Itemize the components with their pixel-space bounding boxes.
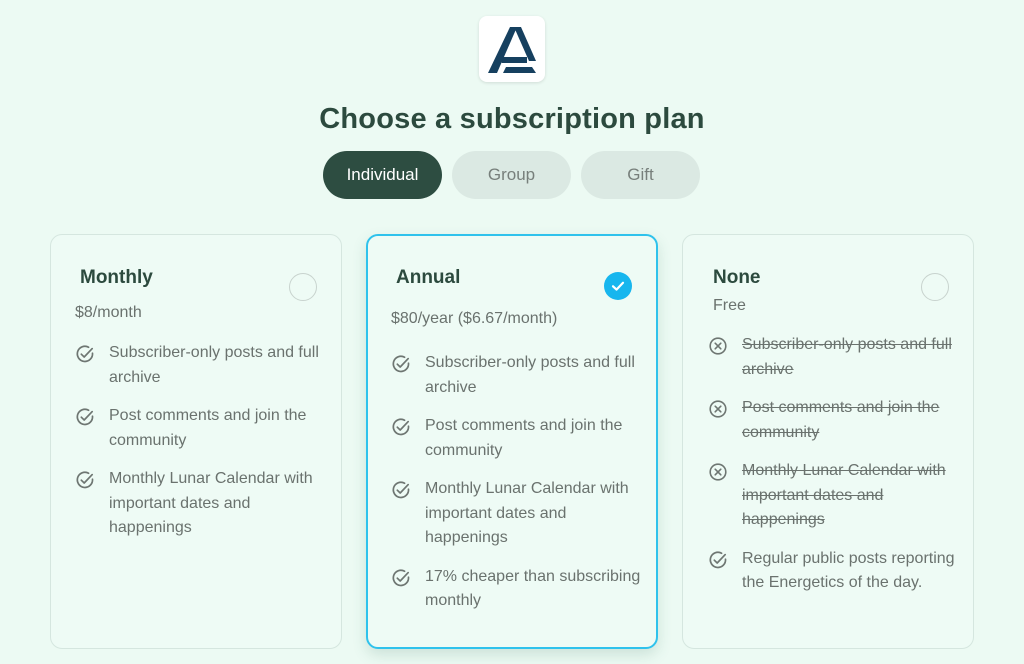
plan-card-none[interactable]: None Free Subscriber-only posts and full… [682, 234, 974, 649]
feature-item: Post comments and join the community [708, 396, 970, 445]
feature-item: Post comments and join the community [75, 404, 335, 453]
check-circle-icon [709, 550, 727, 568]
check-circle-icon [392, 355, 410, 373]
feature-text: Monthly Lunar Calendar with important da… [425, 480, 629, 546]
feature-list: Subscriber-only posts and full archive P… [75, 341, 335, 555]
feature-text: Post comments and join the community [109, 407, 307, 449]
feature-text: Monthly Lunar Calendar with important da… [109, 470, 313, 536]
plan-type-tabs: Individual Group Gift [323, 151, 700, 199]
check-circle-icon [392, 481, 410, 499]
feature-item: Post comments and join the community [391, 414, 653, 463]
feature-item: Subscriber-only posts and full archive [75, 341, 335, 390]
brand-logo-icon [488, 27, 536, 73]
plan-price: Free [713, 297, 746, 314]
feature-item: Subscriber-only posts and full archive [391, 351, 653, 400]
check-circle-icon [76, 408, 94, 426]
check-circle-icon [392, 418, 410, 436]
feature-item: Regular public posts reporting the Energ… [708, 547, 970, 596]
checkmark-icon [611, 281, 625, 291]
plan-price: $8/month [75, 304, 142, 321]
feature-item: 17% cheaper than subscribing monthly [391, 565, 653, 614]
feature-text: Post comments and join the community [742, 399, 940, 441]
plan-price: $80/year ($6.67/month) [391, 310, 558, 327]
plan-card-monthly[interactable]: Monthly $8/month Subscriber-only posts a… [50, 234, 342, 649]
feature-list: Subscriber-only posts and full archive P… [708, 333, 970, 610]
feature-list: Subscriber-only posts and full archive P… [391, 351, 653, 628]
tab-group[interactable]: Group [452, 151, 571, 199]
feature-text: Monthly Lunar Calendar with important da… [742, 462, 946, 528]
x-circle-icon [709, 400, 727, 418]
plan-radio-none[interactable] [921, 273, 949, 301]
plan-name: Annual [396, 267, 461, 288]
plan-radio-monthly[interactable] [289, 273, 317, 301]
feature-item: Monthly Lunar Calendar with important da… [75, 467, 335, 541]
plan-name: None [713, 267, 761, 288]
feature-item: Monthly Lunar Calendar with important da… [391, 477, 653, 551]
plan-card-annual[interactable]: Annual $80/year ($6.67/month) Subscriber… [366, 234, 658, 649]
feature-item: Subscriber-only posts and full archive [708, 333, 970, 382]
feature-text: Subscriber-only posts and full archive [425, 354, 635, 396]
tab-gift[interactable]: Gift [581, 151, 700, 199]
page-title: Choose a subscription plan [319, 103, 705, 135]
feature-text: Subscriber-only posts and full archive [742, 336, 952, 378]
plan-name: Monthly [80, 267, 153, 288]
feature-text: Regular public posts reporting the Energ… [742, 549, 955, 592]
feature-text: 17% cheaper than subscribing monthly [425, 567, 641, 610]
feature-item: Monthly Lunar Calendar with important da… [708, 459, 970, 533]
tab-individual[interactable]: Individual [323, 151, 442, 199]
feature-text: Subscriber-only posts and full archive [109, 344, 319, 386]
x-circle-icon [709, 463, 727, 481]
check-circle-icon [76, 345, 94, 363]
brand-logo [479, 16, 545, 82]
check-circle-icon [76, 471, 94, 489]
check-circle-icon [392, 568, 410, 586]
plan-radio-annual[interactable] [604, 272, 632, 300]
x-circle-icon [709, 337, 727, 355]
feature-text: Post comments and join the community [425, 417, 623, 459]
